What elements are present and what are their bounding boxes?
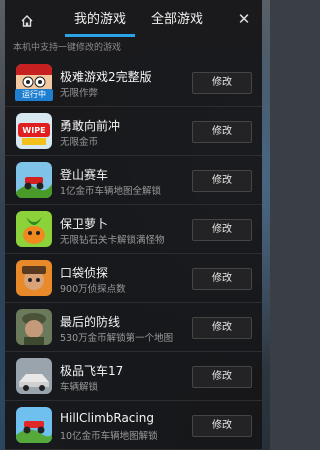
game-cheat-desc: 900万侦探点数: [60, 284, 126, 295]
modify-button[interactable]: 修改: [192, 170, 252, 192]
game-name: 登山赛车: [60, 168, 109, 182]
close-icon[interactable]: ✕: [237, 12, 251, 27]
modify-button[interactable]: 修改: [192, 415, 252, 437]
svg-text:WIPE: WIPE: [22, 126, 45, 135]
cheat-panel: 我的游戏 全部游戏 ✕ 本机中支持一键修改的游戏 运行中 极难游戏2完整版 无限…: [5, 0, 262, 450]
game-name: 极品飞车17: [60, 364, 124, 378]
game-cheat-desc: 无限金币: [60, 137, 99, 148]
game-row[interactable]: 运行中 极难游戏2完整版 无限作弊 修改: [5, 58, 262, 107]
game-cheat-desc: 530万金币解锁第一个地图: [60, 333, 174, 344]
game-cheat-desc: 1亿金币车辆地图全解锁: [60, 186, 162, 197]
game-cheat-desc: 车辆解锁: [60, 382, 99, 393]
game-name: 最后的防线: [60, 315, 121, 329]
game-name: HillClimbRacing: [60, 411, 154, 425]
game-row[interactable]: WIPE 勇敢向前冲 无限金币 修改: [5, 107, 262, 156]
hill-climb-car-icon: [16, 162, 52, 198]
running-badge: 运行中: [15, 89, 53, 101]
game-row[interactable]: 登山赛车 1亿金币车辆地图全解锁 修改: [5, 156, 262, 205]
detective-icon: [16, 260, 52, 296]
game-row[interactable]: HillClimbRacing 10亿金币车辆地图解锁 修改: [5, 401, 262, 450]
modify-button[interactable]: 修改: [192, 219, 252, 241]
game-name: 勇敢向前冲: [60, 119, 121, 133]
modify-button[interactable]: 修改: [192, 268, 252, 290]
modify-button[interactable]: 修改: [192, 366, 252, 388]
hill-climb-racing-icon: [16, 407, 52, 443]
game-list: 运行中 极难游戏2完整版 无限作弊 修改 WIPE 勇敢向前冲 无限金币 修改: [5, 58, 262, 450]
game-name: 保卫萝卜: [60, 217, 109, 231]
tab-my-games[interactable]: 我的游戏: [65, 11, 135, 37]
modify-button[interactable]: 修改: [192, 121, 252, 143]
race-car-icon: [16, 358, 52, 394]
game-row[interactable]: 极品飞车17 车辆解锁 修改: [5, 352, 262, 401]
game-cheat-desc: 10亿金币车辆地图解锁: [60, 431, 158, 442]
game-row[interactable]: 口袋侦探 900万侦探点数 修改: [5, 254, 262, 303]
game-cheat-desc: 无限钻石关卡解锁满怪物: [60, 235, 165, 246]
modify-button[interactable]: 修改: [192, 317, 252, 339]
tab-all-games[interactable]: 全部游戏: [143, 11, 211, 37]
modify-button[interactable]: 修改: [192, 72, 252, 94]
wipeout-icon: WIPE: [16, 113, 52, 149]
game-row[interactable]: 保卫萝卜 无限钻石关卡解锁满怪物 修改: [5, 205, 262, 254]
game-name: 口袋侦探: [60, 266, 109, 280]
game-cheat-desc: 无限作弊: [60, 88, 99, 99]
home-icon[interactable]: [20, 13, 34, 27]
game-row[interactable]: 最后的防线 530万金币解锁第一个地图 修改: [5, 303, 262, 352]
supported-games-hint: 本机中支持一键修改的游戏: [13, 43, 122, 53]
soldier-icon: [16, 309, 52, 345]
top-bar: 我的游戏 全部游戏 ✕: [5, 0, 262, 40]
game-name: 极难游戏2完整版: [60, 70, 152, 84]
carrot-icon: [16, 211, 52, 247]
